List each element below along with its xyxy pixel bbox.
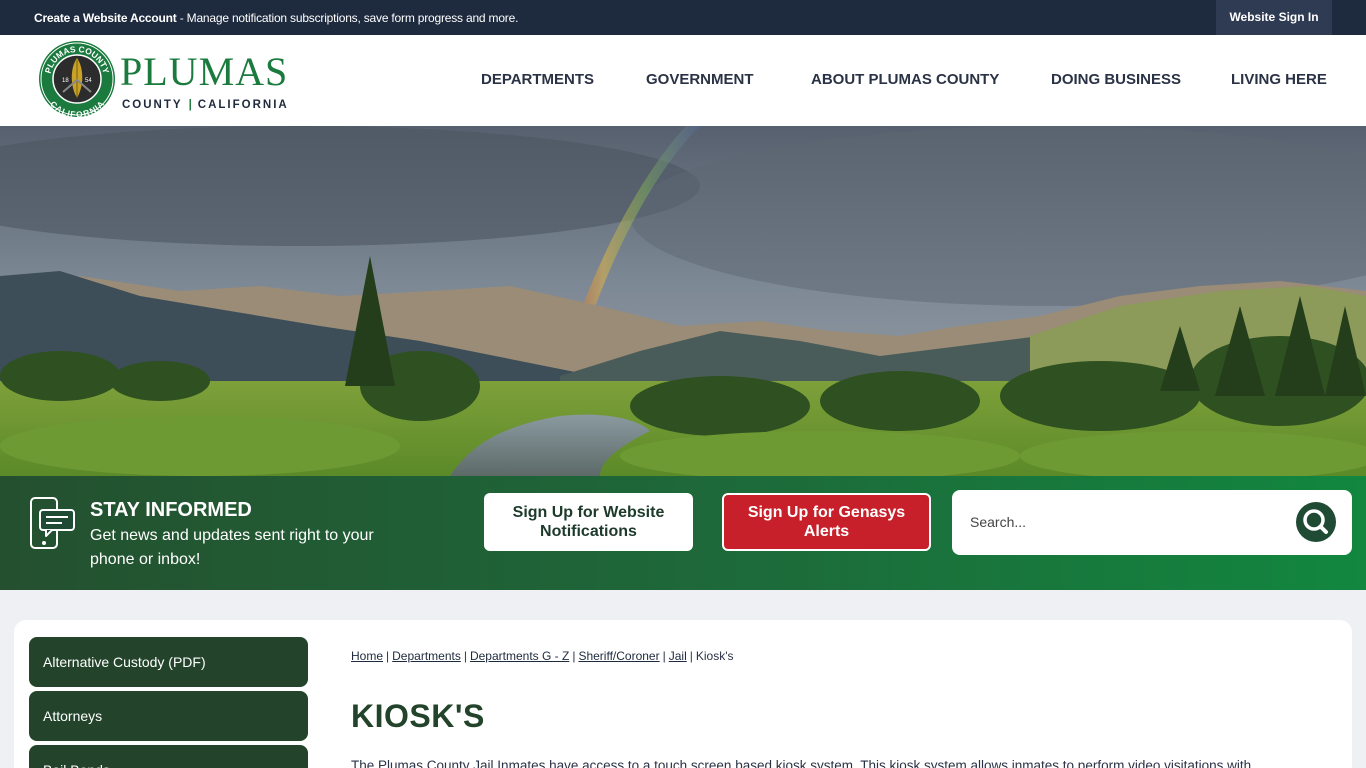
stay-informed-title: STAY INFORMED <box>90 499 252 521</box>
breadcrumb-home[interactable]: Home <box>351 649 383 663</box>
top-utility-bar: Create a Website Account - Manage notifi… <box>0 0 1366 35</box>
website-notifications-button[interactable]: Sign Up for Website Notifications <box>484 493 693 551</box>
sidebar-item-attorneys[interactable]: Attorneys <box>29 691 308 741</box>
seal-year-right: 54 <box>85 78 92 84</box>
breadcrumb-separator: | <box>572 649 576 663</box>
genasys-alerts-button[interactable]: Sign Up for Genasys Alerts <box>722 493 931 551</box>
breadcrumb-jail[interactable]: Jail <box>669 649 687 663</box>
breadcrumb-separator: | <box>662 649 666 663</box>
nav-doing-business[interactable]: DOING BUSINESS <box>1051 71 1181 88</box>
nav-living-here[interactable]: LIVING HERE <box>1231 71 1327 88</box>
nav-government[interactable]: GOVERNMENT <box>646 71 754 88</box>
breadcrumb-sheriff-coroner[interactable]: Sheriff/Coroner <box>578 649 659 663</box>
brand-name: PLUMAS <box>120 49 289 94</box>
seal-year-left: 18 <box>62 78 69 84</box>
site-search <box>952 490 1352 555</box>
breadcrumb: Home | Departments | Departments G - Z | Sheri… <box>351 649 734 663</box>
search-button[interactable] <box>1296 502 1336 542</box>
breadcrumb-separator: | <box>463 649 467 663</box>
search-input[interactable] <box>970 508 1290 536</box>
brand-sub-separator: | <box>188 99 192 111</box>
website-sign-in-button[interactable]: Website Sign In <box>1216 0 1332 35</box>
search-icon <box>1303 509 1328 534</box>
intro-paragraph: The Plumas County Jail Inmates have acce… <box>351 758 1252 768</box>
page-title: KIOSK'S <box>351 698 485 734</box>
breadcrumb-departments-g-z[interactable]: Departments G - Z <box>470 649 569 663</box>
hero-landscape-image <box>0 126 1366 476</box>
breadcrumb-separator: | <box>386 649 390 663</box>
breadcrumb-separator: | <box>689 649 693 663</box>
brand-subtitle: COUNTY | CALIFORNIA <box>122 99 289 111</box>
breadcrumb-current: Kiosk's <box>695 649 734 663</box>
plumas-county-logo[interactable]: PLUMAS COUNTY CALIFORNIA 18 54 PLUMAS CO… <box>38 40 298 122</box>
brand-sub-state: CALIFORNIA <box>197 99 289 111</box>
brand-sub-county: COUNTY <box>122 99 183 111</box>
stay-informed-text: Get news and updates sent right to your … <box>90 527 374 568</box>
nav-departments[interactable]: DEPARTMENTS <box>481 71 594 88</box>
create-account-description: - Manage notification subscriptions, sav… <box>176 11 519 25</box>
create-account-link[interactable]: Create a Website Account <box>34 11 177 25</box>
sidebar-item-bail-bonds[interactable]: Bail Bonds <box>29 745 308 768</box>
nav-about-plumas-county[interactable]: ABOUT PLUMAS COUNTY <box>811 71 999 88</box>
create-account-notice[interactable]: Create a Website Account - Manage notifi… <box>34 11 518 25</box>
phone-notification-icon <box>30 497 75 549</box>
county-seal-icon: PLUMAS COUNTY CALIFORNIA 18 54 <box>39 41 115 118</box>
site-header: PLUMAS COUNTY CALIFORNIA 18 54 PLUMAS CO… <box>0 35 1366 126</box>
breadcrumb-departments[interactable]: Departments <box>392 649 461 663</box>
stay-informed-banner: STAY INFORMED Get news and updates sent … <box>0 476 1366 590</box>
sidebar-item-alternative-custody[interactable]: Alternative Custody (PDF) <box>29 637 308 687</box>
landscape-illustration <box>0 126 1366 476</box>
